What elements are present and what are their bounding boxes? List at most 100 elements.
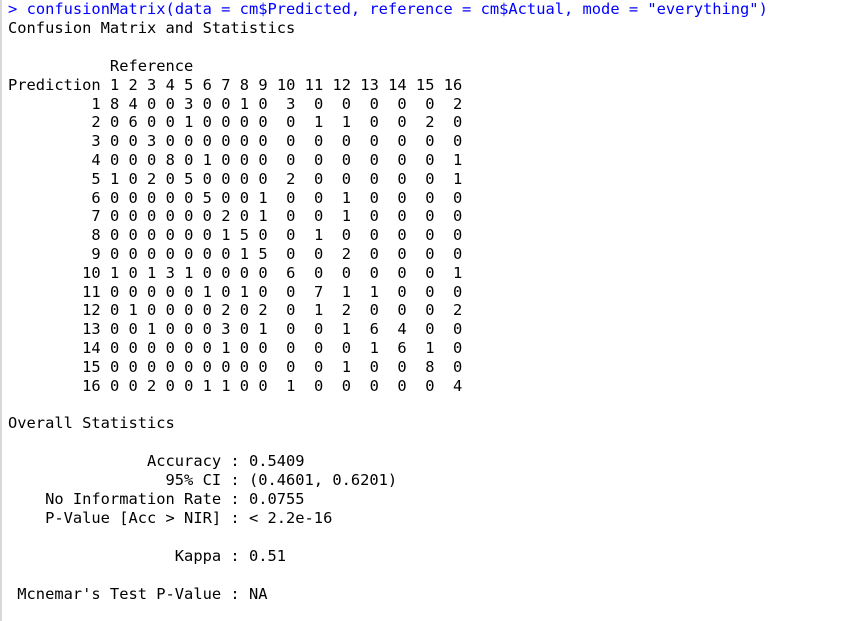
reference-label: Reference <box>8 57 194 75</box>
matrix-row: 1 8 4 0 0 3 0 0 1 0 3 0 0 0 0 0 2 <box>8 95 843 114</box>
matrix-cell: 5 <box>249 244 268 263</box>
matrix-cell: 1 <box>119 301 138 320</box>
column-header: 15 <box>406 75 435 94</box>
matrix-cell: 0 <box>174 282 194 301</box>
matrix-cell: 0 <box>119 357 138 376</box>
matrix-cell: 0 <box>193 207 212 226</box>
matrix-cell: 0 <box>351 301 379 320</box>
matrix-cell: 1 <box>351 338 379 357</box>
matrix-cell: 2 <box>267 169 296 188</box>
matrix-cell: 0 <box>100 376 120 395</box>
matrix-cell: 0 <box>267 244 296 263</box>
matrix-cell: 0 <box>351 263 379 282</box>
matrix-cell: 0 <box>174 320 194 339</box>
matrix-row: 8 0 0 0 0 0 0 1 5 0 0 1 0 0 0 0 0 <box>8 226 843 245</box>
matrix-cell: 0 <box>137 94 157 113</box>
matrix-cell: 0 <box>230 376 250 395</box>
matrix-cell: 0 <box>323 150 352 169</box>
matrix-cell: 0 <box>193 320 212 339</box>
matrix-row: 9 0 0 0 0 0 0 0 1 5 0 0 2 0 0 0 0 <box>8 245 843 264</box>
matrix-cell: 0 <box>156 357 175 376</box>
matrix-cell: 0 <box>230 169 250 188</box>
column-header: 6 <box>193 75 212 94</box>
matrix-cell: 0 <box>378 132 407 151</box>
matrix-cell: 0 <box>434 188 463 207</box>
matrix-row: 13 0 0 1 0 0 0 3 0 1 0 0 1 6 4 0 0 <box>8 320 843 339</box>
matrix-cell: 0 <box>351 132 379 151</box>
output-heading: Confusion Matrix and Statistics <box>8 19 296 37</box>
matrix-cell: 6 <box>378 338 407 357</box>
matrix-cell: 4 <box>378 320 407 339</box>
matrix-cell: 0 <box>156 188 175 207</box>
matrix-cell: 0 <box>378 188 407 207</box>
matrix-cell: 0 <box>137 188 157 207</box>
matrix-cell: 1 <box>351 282 379 301</box>
column-header: 16 <box>434 75 463 94</box>
matrix-cell: 0 <box>378 169 407 188</box>
matrix-cell: 2 <box>323 244 352 263</box>
r-console[interactable]: > confusionMatrix(data = cm$Predicted, r… <box>0 0 843 621</box>
matrix-cell: 0 <box>378 113 407 132</box>
matrix-cell: 0 <box>119 376 138 395</box>
matrix-cell: 0 <box>378 207 407 226</box>
matrix-cell: 0 <box>119 338 138 357</box>
matrix-cell: 0 <box>174 357 194 376</box>
matrix-cell: 6 <box>119 113 138 132</box>
matrix-cell: 0 <box>378 301 407 320</box>
prediction-label: Prediction <box>8 75 101 94</box>
matrix-cell: 0 <box>249 338 268 357</box>
matrix-cell: 7 <box>295 282 324 301</box>
stat-separator: : <box>221 490 249 509</box>
matrix-cell: 0 <box>351 169 379 188</box>
matrix-cell: 0 <box>406 376 435 395</box>
matrix-cell: 0 <box>230 338 250 357</box>
matrix-cell: 0 <box>295 263 324 282</box>
matrix-cell: 0 <box>249 282 268 301</box>
matrix-cell: 0 <box>174 301 194 320</box>
matrix-cell: 0 <box>100 244 120 263</box>
column-header: 7 <box>211 75 231 94</box>
matrix-cell: 1 <box>100 263 120 282</box>
stat-line: 95% CI : (0.4601, 0.6201) <box>8 471 843 490</box>
matrix-cell: 0 <box>434 338 463 357</box>
matrix-cell: 0 <box>137 338 157 357</box>
matrix-cell: 0 <box>137 357 157 376</box>
matrix-cell: 0 <box>119 226 138 245</box>
matrix-cell: 2 <box>323 301 352 320</box>
matrix-cell: 3 <box>211 320 231 339</box>
matrix-cell: 0 <box>267 188 296 207</box>
matrix-cell: 6 <box>267 263 296 282</box>
overall-stats-heading: Overall Statistics <box>8 414 175 433</box>
matrix-cell: 0 <box>156 320 175 339</box>
matrix-header-row: Prediction 1 2 3 4 5 6 7 8 9 10 11 12 13… <box>8 76 843 95</box>
matrix-cell: 0 <box>406 94 435 113</box>
matrix-cell: 1 <box>249 320 268 339</box>
matrix-cell: 0 <box>406 320 435 339</box>
matrix-cell: 0 <box>434 113 463 132</box>
matrix-cell: 5 <box>193 188 212 207</box>
matrix-row: 14 0 0 0 0 0 0 1 0 0 0 0 0 1 6 1 0 <box>8 339 843 358</box>
row-label: 16 <box>8 376 101 395</box>
matrix-cell: 0 <box>351 188 379 207</box>
stat-label: Accuracy <box>8 452 222 471</box>
row-label: 8 <box>8 226 101 245</box>
matrix-row: 5 1 0 2 0 5 0 0 0 0 2 0 0 0 0 0 1 <box>8 170 843 189</box>
matrix-cell: 0 <box>295 150 324 169</box>
matrix-cell: 0 <box>156 113 175 132</box>
matrix-cell: 0 <box>295 169 324 188</box>
row-label: 15 <box>8 357 101 376</box>
prompt-symbol: > <box>8 0 18 18</box>
matrix-cell: 0 <box>119 244 138 263</box>
matrix-cell: 0 <box>267 207 296 226</box>
matrix-cell: 0 <box>323 376 352 395</box>
matrix-cell: 0 <box>295 94 324 113</box>
matrix-cell: 0 <box>100 301 120 320</box>
matrix-cell: 1 <box>295 226 324 245</box>
row-label: 13 <box>8 320 101 339</box>
row-label: 6 <box>8 188 101 207</box>
stat-line: Mcnemar's Test P-Value : NA <box>8 585 843 604</box>
stat-separator: : <box>221 509 249 528</box>
matrix-cell: 0 <box>295 357 324 376</box>
matrix-row: 6 0 0 0 0 0 5 0 0 1 0 0 1 0 0 0 0 <box>8 189 843 208</box>
